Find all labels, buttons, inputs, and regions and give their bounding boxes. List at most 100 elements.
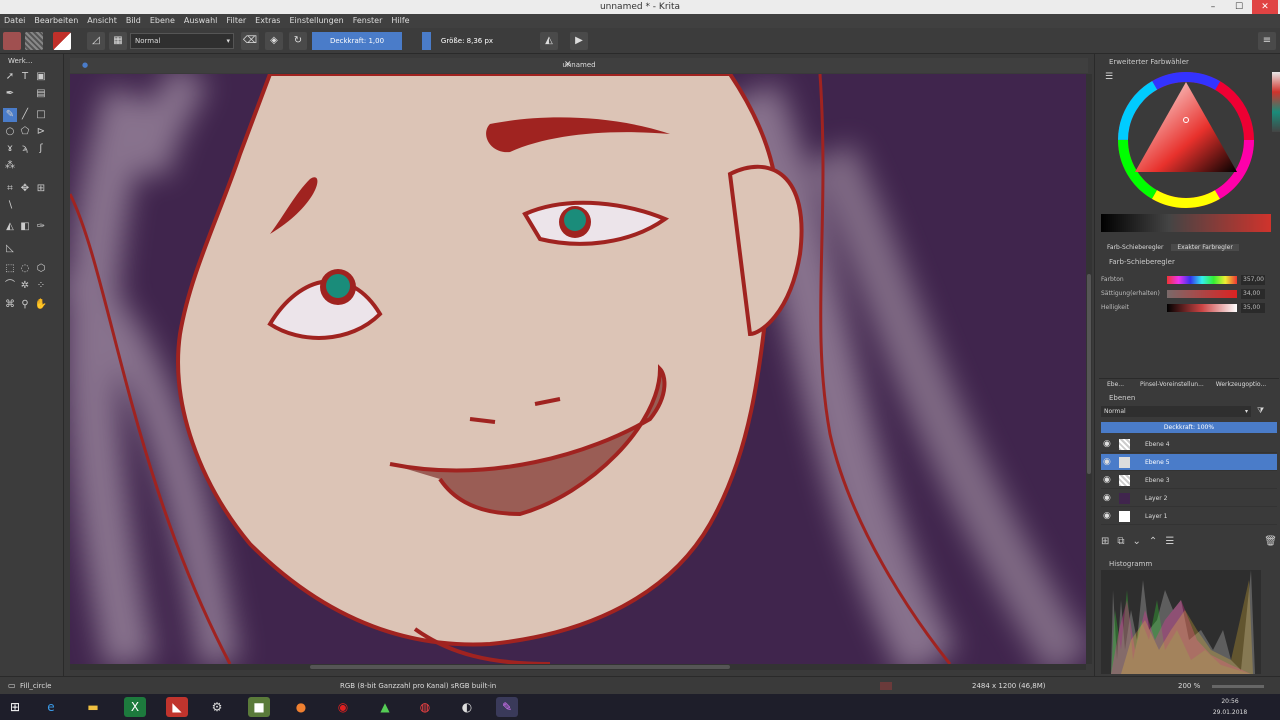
contiguous-select-tool-icon[interactable]: ✲ (18, 279, 32, 293)
duplicate-layer-icon[interactable]: ⧉ (1117, 536, 1124, 550)
layer-row-ebene-5[interactable]: ◉ Ebene 5 (1101, 454, 1277, 471)
menu-einstellungen[interactable]: Einstellungen (289, 14, 343, 28)
polyline-tool-icon[interactable]: ⊳ (34, 125, 48, 139)
calligraphy-tool-icon[interactable]: ✒ (3, 87, 17, 101)
bezier-tool-icon[interactable]: ɤ (3, 142, 17, 156)
hue-value[interactable]: 357,00 (1241, 275, 1265, 285)
rect-select-tool-icon[interactable]: ⬚ (3, 262, 17, 276)
blend-mode-select[interactable]: Normal ▾ (130, 33, 234, 49)
add-layer-icon[interactable]: ⊞ (1101, 536, 1109, 550)
horizontal-scrollbar[interactable] (70, 664, 1086, 670)
gradient-icon[interactable]: ◿ (87, 32, 105, 50)
reload-icon[interactable]: ↻ (289, 32, 307, 50)
mirror-vertical-icon[interactable]: ▶ (570, 32, 588, 50)
menu-datei[interactable]: Datei (4, 14, 25, 28)
layer-row-layer-2[interactable]: ◉ Layer 2 (1101, 490, 1277, 507)
color-swatch-button[interactable] (53, 32, 71, 50)
maximize-button[interactable]: ☐ (1226, 0, 1252, 14)
recent-colors-strip[interactable] (1272, 72, 1280, 132)
select-shapes-tool-icon[interactable]: ➚ (3, 70, 17, 84)
bezier-select-tool-icon[interactable]: ⌘ (3, 298, 17, 312)
move-down-icon[interactable]: ⌄ (1133, 536, 1141, 550)
visibility-eye-icon[interactable]: ◉ (1103, 508, 1111, 525)
grid-icon[interactable]: ▦ (109, 32, 127, 50)
filter-icon[interactable]: ⧩ (1257, 406, 1264, 416)
ellipse-tool-icon[interactable]: ○ (3, 125, 17, 139)
menu-auswahl[interactable]: Auswahl (184, 14, 217, 28)
color-wheel[interactable] (1115, 68, 1265, 218)
vertical-scrollbar[interactable] (1086, 74, 1092, 664)
inkscape-icon[interactable]: ▲ (374, 697, 396, 717)
excel-icon[interactable]: X (124, 697, 146, 717)
gradient-edit-tool-icon[interactable]: ▤ (34, 87, 48, 101)
firefox-icon[interactable]: ● (290, 697, 312, 717)
menu-bearbeiten[interactable]: Bearbeiten (34, 14, 78, 28)
hamburger-menu-icon[interactable]: ≡ (1258, 32, 1276, 50)
tab-brush-presets[interactable]: Pinsel-Voreinstellun... (1134, 381, 1210, 388)
menu-ebene[interactable]: Ebene (150, 14, 175, 28)
layer-opacity-slider[interactable]: Deckkraft: 100% (1101, 422, 1277, 433)
ellipse-select-tool-icon[interactable]: ◌ (18, 262, 32, 276)
rectangle-tool-icon[interactable]: □ (34, 108, 48, 122)
layer-row-ebene-3[interactable]: ◉ Ebene 3 (1101, 472, 1277, 489)
delete-layer-icon[interactable]: 🗑 (1264, 536, 1277, 550)
size-slider[interactable]: Größe: 8,36 px (422, 32, 512, 50)
crop-tool-icon[interactable]: ⌗ (3, 182, 17, 196)
chrome-icon[interactable]: ◍ (414, 697, 436, 717)
zoom-slider[interactable] (1212, 685, 1264, 688)
freehand-path-tool-icon[interactable]: ϡ (18, 142, 32, 156)
layer-row-ebene-4[interactable]: ◉ Ebene 4 (1101, 436, 1277, 453)
line-tool-icon[interactable]: ╱ (18, 108, 32, 122)
menu-bild[interactable]: Bild (126, 14, 141, 28)
visibility-eye-icon[interactable]: ◉ (1103, 436, 1111, 453)
brightness-value[interactable]: 35,00 (1241, 303, 1265, 313)
text-tool-icon[interactable]: T (18, 70, 32, 84)
transform-tool-icon[interactable]: ⊞ (34, 182, 48, 196)
krita-icon[interactable]: ✎ (496, 697, 518, 717)
freehand-select-tool-icon[interactable]: ⌒ (3, 279, 17, 293)
game-app-icon[interactable]: ⚙ (206, 697, 228, 717)
visibility-eye-icon[interactable]: ◉ (1103, 472, 1111, 489)
pattern-button[interactable] (25, 32, 43, 50)
move-tool-icon[interactable]: ✥ (18, 182, 32, 196)
menu-ansicht[interactable]: Ansicht (87, 14, 117, 28)
shade-selector[interactable] (1101, 214, 1271, 232)
minimize-button[interactable]: – (1200, 0, 1226, 14)
visibility-eye-icon[interactable]: ◉ (1103, 454, 1111, 471)
start-menu-icon[interactable]: ⊞ (4, 697, 26, 717)
measure-tool-icon[interactable]: ∖ (3, 199, 17, 213)
layer-properties-icon[interactable]: ☰ (1165, 536, 1174, 550)
obs-icon[interactable]: ◐ (456, 697, 478, 717)
drawing-canvas[interactable] (70, 74, 1086, 664)
preserve-alpha-icon[interactable]: ◈ (265, 32, 283, 50)
menu-extras[interactable]: Extras (255, 14, 280, 28)
edit-shapes-tool-icon[interactable]: ▣ (34, 70, 48, 84)
fill-tool-icon[interactable]: ◭ (3, 220, 17, 234)
close-document-icon[interactable]: ✕ (564, 58, 572, 73)
menu-filter[interactable]: Filter (226, 14, 246, 28)
saturation-value[interactable]: 34,00 (1241, 289, 1265, 299)
zoom-tool-icon[interactable]: ⚲ (18, 298, 32, 312)
saturation-slider[interactable] (1167, 290, 1237, 298)
file-explorer-icon[interactable]: ▬ (82, 697, 104, 717)
freehand-brush-tool-icon[interactable]: ✎ (3, 108, 17, 122)
eraser-icon[interactable]: ⌫ (241, 32, 259, 50)
dynamic-brush-tool-icon[interactable]: ʃ (34, 142, 48, 156)
zoom-level[interactable]: 200 % (1178, 677, 1200, 695)
tab-color-sliders[interactable]: Farb-Schieberegler (1101, 244, 1169, 251)
system-clock[interactable]: 20:56 29.01.2018 (1200, 696, 1260, 718)
hue-slider[interactable] (1167, 276, 1237, 284)
horizontal-scroll-thumb[interactable] (310, 665, 730, 669)
vertical-scroll-thumb[interactable] (1087, 274, 1091, 474)
similar-select-tool-icon[interactable]: ⁘ (34, 279, 48, 293)
polygon-tool-icon[interactable]: ⬠ (18, 125, 32, 139)
tab-exact-color[interactable]: Exakter Farbregler (1171, 244, 1239, 251)
brightness-slider[interactable] (1167, 304, 1237, 312)
pan-tool-icon[interactable]: ✋ (34, 298, 48, 312)
settings-icon[interactable]: ☰ (1105, 72, 1113, 82)
color-picker-tool-icon[interactable]: ✑ (34, 220, 48, 234)
menu-fenster[interactable]: Fenster (353, 14, 383, 28)
layer-blend-select[interactable]: Normal ▾ (1101, 406, 1251, 417)
visibility-eye-icon[interactable]: ◉ (1103, 490, 1111, 507)
tab-layers[interactable]: Ebe... (1099, 381, 1132, 388)
